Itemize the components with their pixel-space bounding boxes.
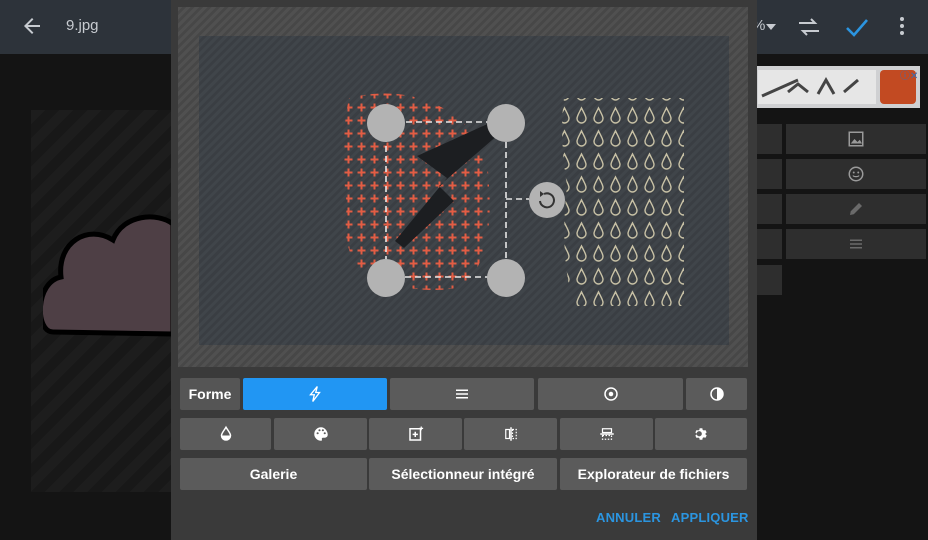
chevron-down-icon[interactable] bbox=[766, 24, 776, 30]
side-panel-button[interactable] bbox=[754, 194, 782, 224]
more-vert-icon[interactable] bbox=[890, 14, 914, 38]
resize-handle-top-right[interactable] bbox=[486, 103, 526, 143]
file-explorer-button[interactable]: Explorateur de fichiers bbox=[560, 458, 747, 490]
shape-preview[interactable] bbox=[178, 7, 748, 367]
emoji-icon bbox=[848, 166, 864, 182]
menu-button[interactable] bbox=[786, 229, 926, 259]
draw-button[interactable] bbox=[786, 194, 926, 224]
contrast-button[interactable] bbox=[686, 378, 747, 410]
gear-icon bbox=[695, 428, 707, 440]
shape-dialog: Forme Galerie Sélectionneur intégré Expl… bbox=[171, 0, 757, 540]
swap-icon[interactable] bbox=[795, 15, 823, 39]
lightning-icon bbox=[309, 386, 321, 402]
check-icon[interactable] bbox=[843, 13, 871, 41]
add-sticker-button[interactable] bbox=[369, 418, 462, 450]
image-icon bbox=[848, 131, 864, 147]
side-panel-button[interactable] bbox=[754, 124, 782, 154]
file-explorer-label: Explorateur de fichiers bbox=[577, 466, 730, 482]
rotate-handle-icon[interactable] bbox=[528, 181, 566, 219]
opacity-button[interactable] bbox=[180, 418, 271, 450]
side-panel-button[interactable] bbox=[754, 265, 782, 295]
builtin-picker-label: Sélectionneur intégré bbox=[391, 466, 535, 482]
radio-target-icon bbox=[603, 387, 618, 401]
insert-emoji-button[interactable] bbox=[786, 159, 926, 189]
cancel-button[interactable]: ANNULER bbox=[596, 510, 661, 525]
ad-banner[interactable]: ⓘ✕ bbox=[754, 66, 920, 108]
gallery-button[interactable]: Galerie bbox=[180, 458, 367, 490]
preview-canvas[interactable] bbox=[199, 36, 729, 345]
center-target-button[interactable] bbox=[538, 378, 683, 410]
shape-lightning-button[interactable] bbox=[243, 378, 387, 410]
settings-button[interactable] bbox=[655, 418, 747, 450]
water-drop-icon bbox=[220, 425, 231, 441]
menu-icon bbox=[850, 239, 862, 249]
flip-horizontal-icon bbox=[504, 427, 517, 441]
resize-handle-bottom-left[interactable] bbox=[366, 258, 406, 298]
resize-handle-bottom-right[interactable] bbox=[486, 258, 526, 298]
menu-lines-button[interactable] bbox=[390, 378, 534, 410]
side-panel-button[interactable] bbox=[754, 159, 782, 189]
gallery-label: Galerie bbox=[249, 466, 298, 482]
add-image-icon bbox=[408, 426, 423, 441]
palette-icon bbox=[313, 427, 328, 441]
cloud-shape bbox=[43, 214, 173, 337]
back-arrow-icon[interactable] bbox=[20, 14, 44, 38]
flip-vertical-icon bbox=[599, 428, 614, 440]
menu-icon bbox=[456, 389, 468, 399]
builtin-picker-button[interactable]: Sélectionneur intégré bbox=[369, 458, 557, 490]
color-palette-button[interactable] bbox=[274, 418, 367, 450]
side-panel-button[interactable] bbox=[754, 229, 782, 259]
insert-image-button[interactable] bbox=[786, 124, 926, 154]
pencil-icon bbox=[850, 203, 862, 215]
preview-artwork bbox=[343, 93, 684, 306]
ad-product-image bbox=[758, 70, 876, 104]
file-name: 9.jpg bbox=[66, 17, 99, 34]
apply-button[interactable]: APPLIQUER bbox=[671, 510, 749, 525]
contrast-icon bbox=[709, 387, 724, 401]
flip-horizontal-button[interactable] bbox=[464, 418, 557, 450]
image-canvas[interactable] bbox=[31, 110, 173, 492]
tab-forme-label: Forme bbox=[188, 386, 232, 402]
flip-vertical-button[interactable] bbox=[560, 418, 653, 450]
tab-forme[interactable]: Forme bbox=[180, 378, 240, 410]
resize-handle-top-left[interactable] bbox=[366, 103, 406, 143]
ad-close-icon[interactable]: ⓘ✕ bbox=[900, 67, 918, 82]
